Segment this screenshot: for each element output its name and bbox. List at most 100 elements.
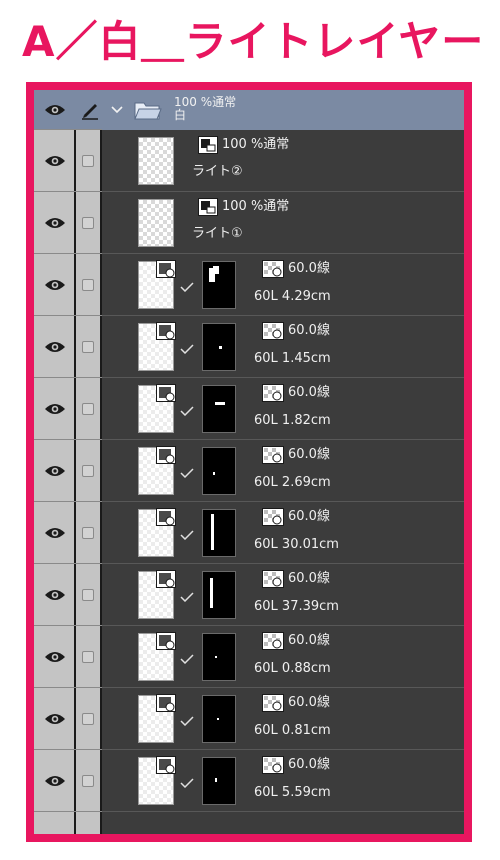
- vector-layer-row[interactable]: 60.0線 60L 1.45cm: [34, 316, 464, 378]
- vector-layer-icon: [262, 508, 284, 526]
- layer-name: 60L 2.69cm: [254, 475, 331, 490]
- layer-name: 60L 4.29cm: [254, 289, 331, 304]
- layer-name: 60L 1.45cm: [254, 351, 331, 366]
- checkmark-icon[interactable]: [180, 530, 194, 540]
- layer-row-light-1[interactable]: 100 %通常 ライト①: [34, 192, 464, 254]
- layer-blend-mode: 100 %通常: [222, 199, 290, 214]
- vector-layer-icon: [262, 260, 284, 278]
- vector-layer-row[interactable]: 60.0線 60L 0.88cm: [34, 626, 464, 688]
- checkmark-icon[interactable]: [180, 468, 194, 478]
- checkmark-icon[interactable]: [180, 778, 194, 788]
- vector-layer-icon: [262, 632, 284, 650]
- lock-checkbox[interactable]: [82, 279, 94, 291]
- vector-layer-row[interactable]: 60.0線 60L 2.69cm: [34, 440, 464, 502]
- vector-layer-row[interactable]: 60.0線 60L 1.82cm: [34, 378, 464, 440]
- lock-checkbox[interactable]: [82, 527, 94, 539]
- layer-name: 60L 0.88cm: [254, 661, 331, 676]
- raster-layer-icon: [198, 136, 218, 154]
- folder-icon: [134, 102, 162, 120]
- layer-thumbnail: [138, 199, 174, 247]
- lock-checkbox[interactable]: [82, 651, 94, 663]
- layer-opacity-mode: 60.0線: [288, 509, 330, 524]
- page-title: A／白＿ライトレイヤー: [22, 17, 485, 66]
- eye-icon[interactable]: [44, 216, 66, 230]
- checkmark-icon[interactable]: [180, 406, 194, 416]
- chevron-down-icon[interactable]: [111, 106, 123, 114]
- lock-checkbox[interactable]: [82, 217, 94, 229]
- folder-layer-row[interactable]: 100 %通常 白: [34, 90, 464, 130]
- eye-icon[interactable]: [44, 402, 66, 416]
- layer-mask-thumbnail: [202, 509, 236, 557]
- mask-stroke: [213, 266, 219, 274]
- vector-layer-icon: [156, 446, 176, 464]
- lock-checkbox[interactable]: [82, 775, 94, 787]
- eye-icon[interactable]: [44, 526, 66, 540]
- lock-checkbox[interactable]: [82, 155, 94, 167]
- eye-icon[interactable]: [44, 712, 66, 726]
- mask-stroke: [215, 402, 225, 405]
- layer-name: ライト②: [192, 164, 243, 179]
- layer-mask-thumbnail: [202, 757, 236, 805]
- vector-layer-icon: [262, 570, 284, 588]
- layer-opacity-mode: 60.0線: [288, 323, 330, 338]
- layer-opacity-mode: 60.0線: [288, 695, 330, 710]
- vector-layer-icon: [262, 694, 284, 712]
- vector-layer-row[interactable]: 60.0線 60L 30.01cm: [34, 502, 464, 564]
- lock-checkbox[interactable]: [82, 589, 94, 601]
- folder-name: 白: [174, 108, 187, 122]
- lock-checkbox[interactable]: [82, 713, 94, 725]
- layer-opacity-mode: 60.0線: [288, 757, 330, 772]
- checkmark-icon[interactable]: [180, 654, 194, 664]
- vector-layer-row[interactable]: 60.0線 60L 4.29cm: [34, 254, 464, 316]
- layer-name: 60L 0.81cm: [254, 723, 331, 738]
- layer-panel: 100 %通常 白 100 %通常 ライト② 100 %通常 ライト① 60.0…: [34, 90, 464, 834]
- layer-mask-thumbnail: [202, 323, 236, 371]
- layer-opacity-mode: 60.0線: [288, 571, 330, 586]
- layer-row-light-2[interactable]: 100 %通常 ライト②: [34, 130, 464, 192]
- layer-name: 60L 30.01cm: [254, 537, 339, 552]
- vector-layer-row[interactable]: 60.0線 60L 5.59cm: [34, 750, 464, 812]
- mask-stroke: [210, 578, 213, 608]
- vector-layer-icon: [156, 694, 176, 712]
- lock-checkbox[interactable]: [82, 341, 94, 353]
- layer-name: 60L 5.59cm: [254, 785, 331, 800]
- vector-layer-icon: [262, 384, 284, 402]
- mask-stroke: [217, 718, 219, 720]
- eye-icon[interactable]: [44, 464, 66, 478]
- layer-mask-thumbnail: [202, 633, 236, 681]
- layer-mask-thumbnail: [202, 571, 236, 619]
- mask-stroke: [215, 656, 217, 658]
- eye-icon[interactable]: [44, 278, 66, 292]
- layer-opacity-mode: 60.0線: [288, 385, 330, 400]
- eye-icon[interactable]: [44, 774, 66, 788]
- vector-layer-row[interactable]: 60.0線 60L 37.39cm: [34, 564, 464, 626]
- layer-mask-thumbnail: [202, 261, 236, 309]
- layer-mask-thumbnail: [202, 447, 236, 495]
- vector-layer-icon: [262, 756, 284, 774]
- lock-checkbox[interactable]: [82, 465, 94, 477]
- lock-checkbox[interactable]: [82, 403, 94, 415]
- layer-blend-mode: 100 %通常: [222, 137, 290, 152]
- layer-name: 60L 1.82cm: [254, 413, 331, 428]
- eye-icon[interactable]: [44, 340, 66, 354]
- layer-panel-frame: 100 %通常 白 100 %通常 ライト② 100 %通常 ライト① 60.0…: [26, 82, 472, 842]
- eye-icon[interactable]: [44, 154, 66, 168]
- vector-layer-row[interactable]: 60.0線 60L 0.81cm: [34, 688, 464, 750]
- eye-icon[interactable]: [44, 588, 66, 602]
- checkmark-icon[interactable]: [180, 716, 194, 726]
- layer-opacity-mode: 60.0線: [288, 633, 330, 648]
- checkmark-icon[interactable]: [180, 282, 194, 292]
- layer-name: 60L 37.39cm: [254, 599, 339, 614]
- checkmark-icon[interactable]: [180, 592, 194, 602]
- pencil-icon[interactable]: [80, 100, 100, 120]
- checkmark-icon[interactable]: [180, 344, 194, 354]
- raster-layer-icon: [198, 198, 218, 216]
- eye-icon[interactable]: [44, 103, 66, 117]
- mask-stroke: [219, 346, 222, 349]
- layer-mask-thumbnail: [202, 695, 236, 743]
- eye-icon[interactable]: [44, 650, 66, 664]
- layer-opacity-mode: 60.0線: [288, 261, 330, 276]
- vector-layer-icon: [156, 322, 176, 340]
- vector-layer-icon: [262, 322, 284, 340]
- layer-name: ライト①: [192, 226, 243, 241]
